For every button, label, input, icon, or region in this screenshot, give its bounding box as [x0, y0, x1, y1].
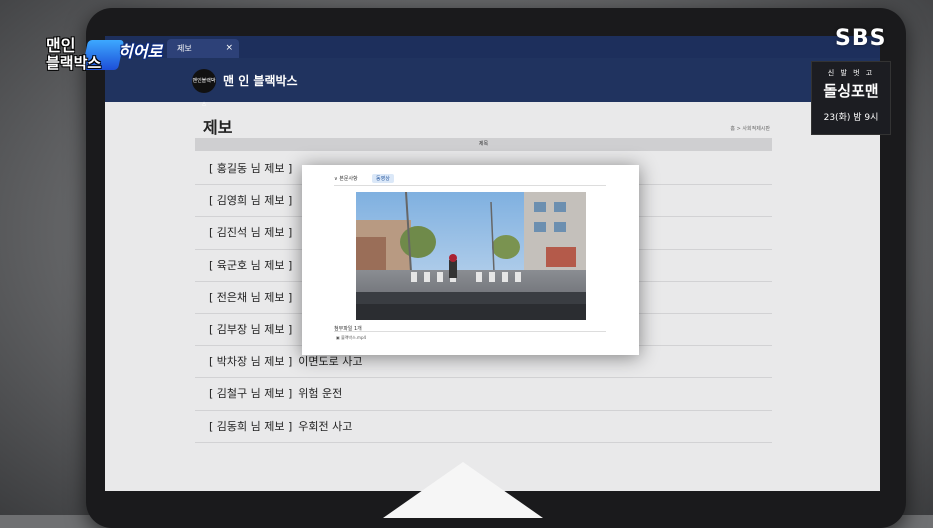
video-badge: 동영상 [372, 174, 394, 183]
divider [334, 185, 606, 186]
site-logo[interactable]: 맨인블랙박스 [192, 69, 216, 108]
column-header-title: 제목 [195, 138, 772, 151]
promo-banner: 신 발 벗 고 돌싱포맨 23(화) 밤 9시 [811, 61, 891, 135]
report-author: [ 육군호 님 제보 ] [209, 258, 293, 272]
divider [334, 331, 606, 332]
promo-line1: 신 발 벗 고 [827, 69, 875, 77]
report-author: [ 김동희 님 제보 ] [209, 419, 293, 433]
report-author: [ 김진석 님 제보 ] [209, 226, 293, 240]
tab-close-icon[interactable]: × [225, 39, 233, 58]
show-logo: 맨인 블랙박스 [42, 32, 116, 78]
report-author: [ 김영희 님 제보 ] [209, 194, 293, 208]
pointer-shape [383, 462, 543, 518]
report-author: [ 김철구 님 제보 ] [209, 387, 293, 401]
browser-tab-bar: 제보 × [105, 36, 880, 58]
report-subject: 이면도로 사고 [298, 355, 363, 369]
site-header: 맨인블랙박스 맨 인 블랙박스 [105, 58, 880, 108]
report-author: [ 홍길동 님 제보 ] [209, 162, 293, 175]
report-author: [ 전은채 님 제보 ] [209, 290, 293, 304]
site-title[interactable]: 맨 인 블랙박스 [223, 72, 298, 89]
attachment-file-name: 블랙박스.mp4 [341, 335, 367, 340]
promo-line3: 23(화) 밤 9시 [823, 113, 879, 123]
show-logo-line2: 블랙박스 [46, 54, 102, 72]
page-title: 제보 [203, 118, 233, 137]
browser-tab[interactable]: 제보 × [167, 39, 239, 58]
promo-line2: 돌싱포맨 [823, 82, 879, 100]
report-subject: 우회전 사고 [298, 419, 353, 433]
dashcam-video-frame[interactable] [356, 192, 586, 320]
report-subject: 위험 운전 [298, 387, 343, 401]
browser-tab-label: 제보 [177, 44, 192, 53]
segment-title: 히어로 [118, 42, 163, 61]
report-author: [ 박차장 님 제보 ] [209, 355, 293, 369]
breadcrumb[interactable]: 홈 > 사회적제시판 [730, 125, 770, 132]
popup-section-label[interactable]: ∨ 본문사항 [334, 175, 358, 182]
video-popup: ∨ 본문사항 동영상 첨부파일 1개 ▣ 블랙박스.mp4 [302, 165, 639, 355]
table-row[interactable]: [ 김철구 님 제보 ] 위험 운전 [195, 378, 772, 411]
attachment-file-link[interactable]: ▣ 블랙박스.mp4 [336, 335, 366, 341]
table-row[interactable]: [ 김동희 님 제보 ] 우회전 사고 [195, 411, 772, 443]
report-author: [ 김부장 님 제보 ] [209, 322, 293, 336]
channel-logo: SBS [835, 26, 887, 51]
